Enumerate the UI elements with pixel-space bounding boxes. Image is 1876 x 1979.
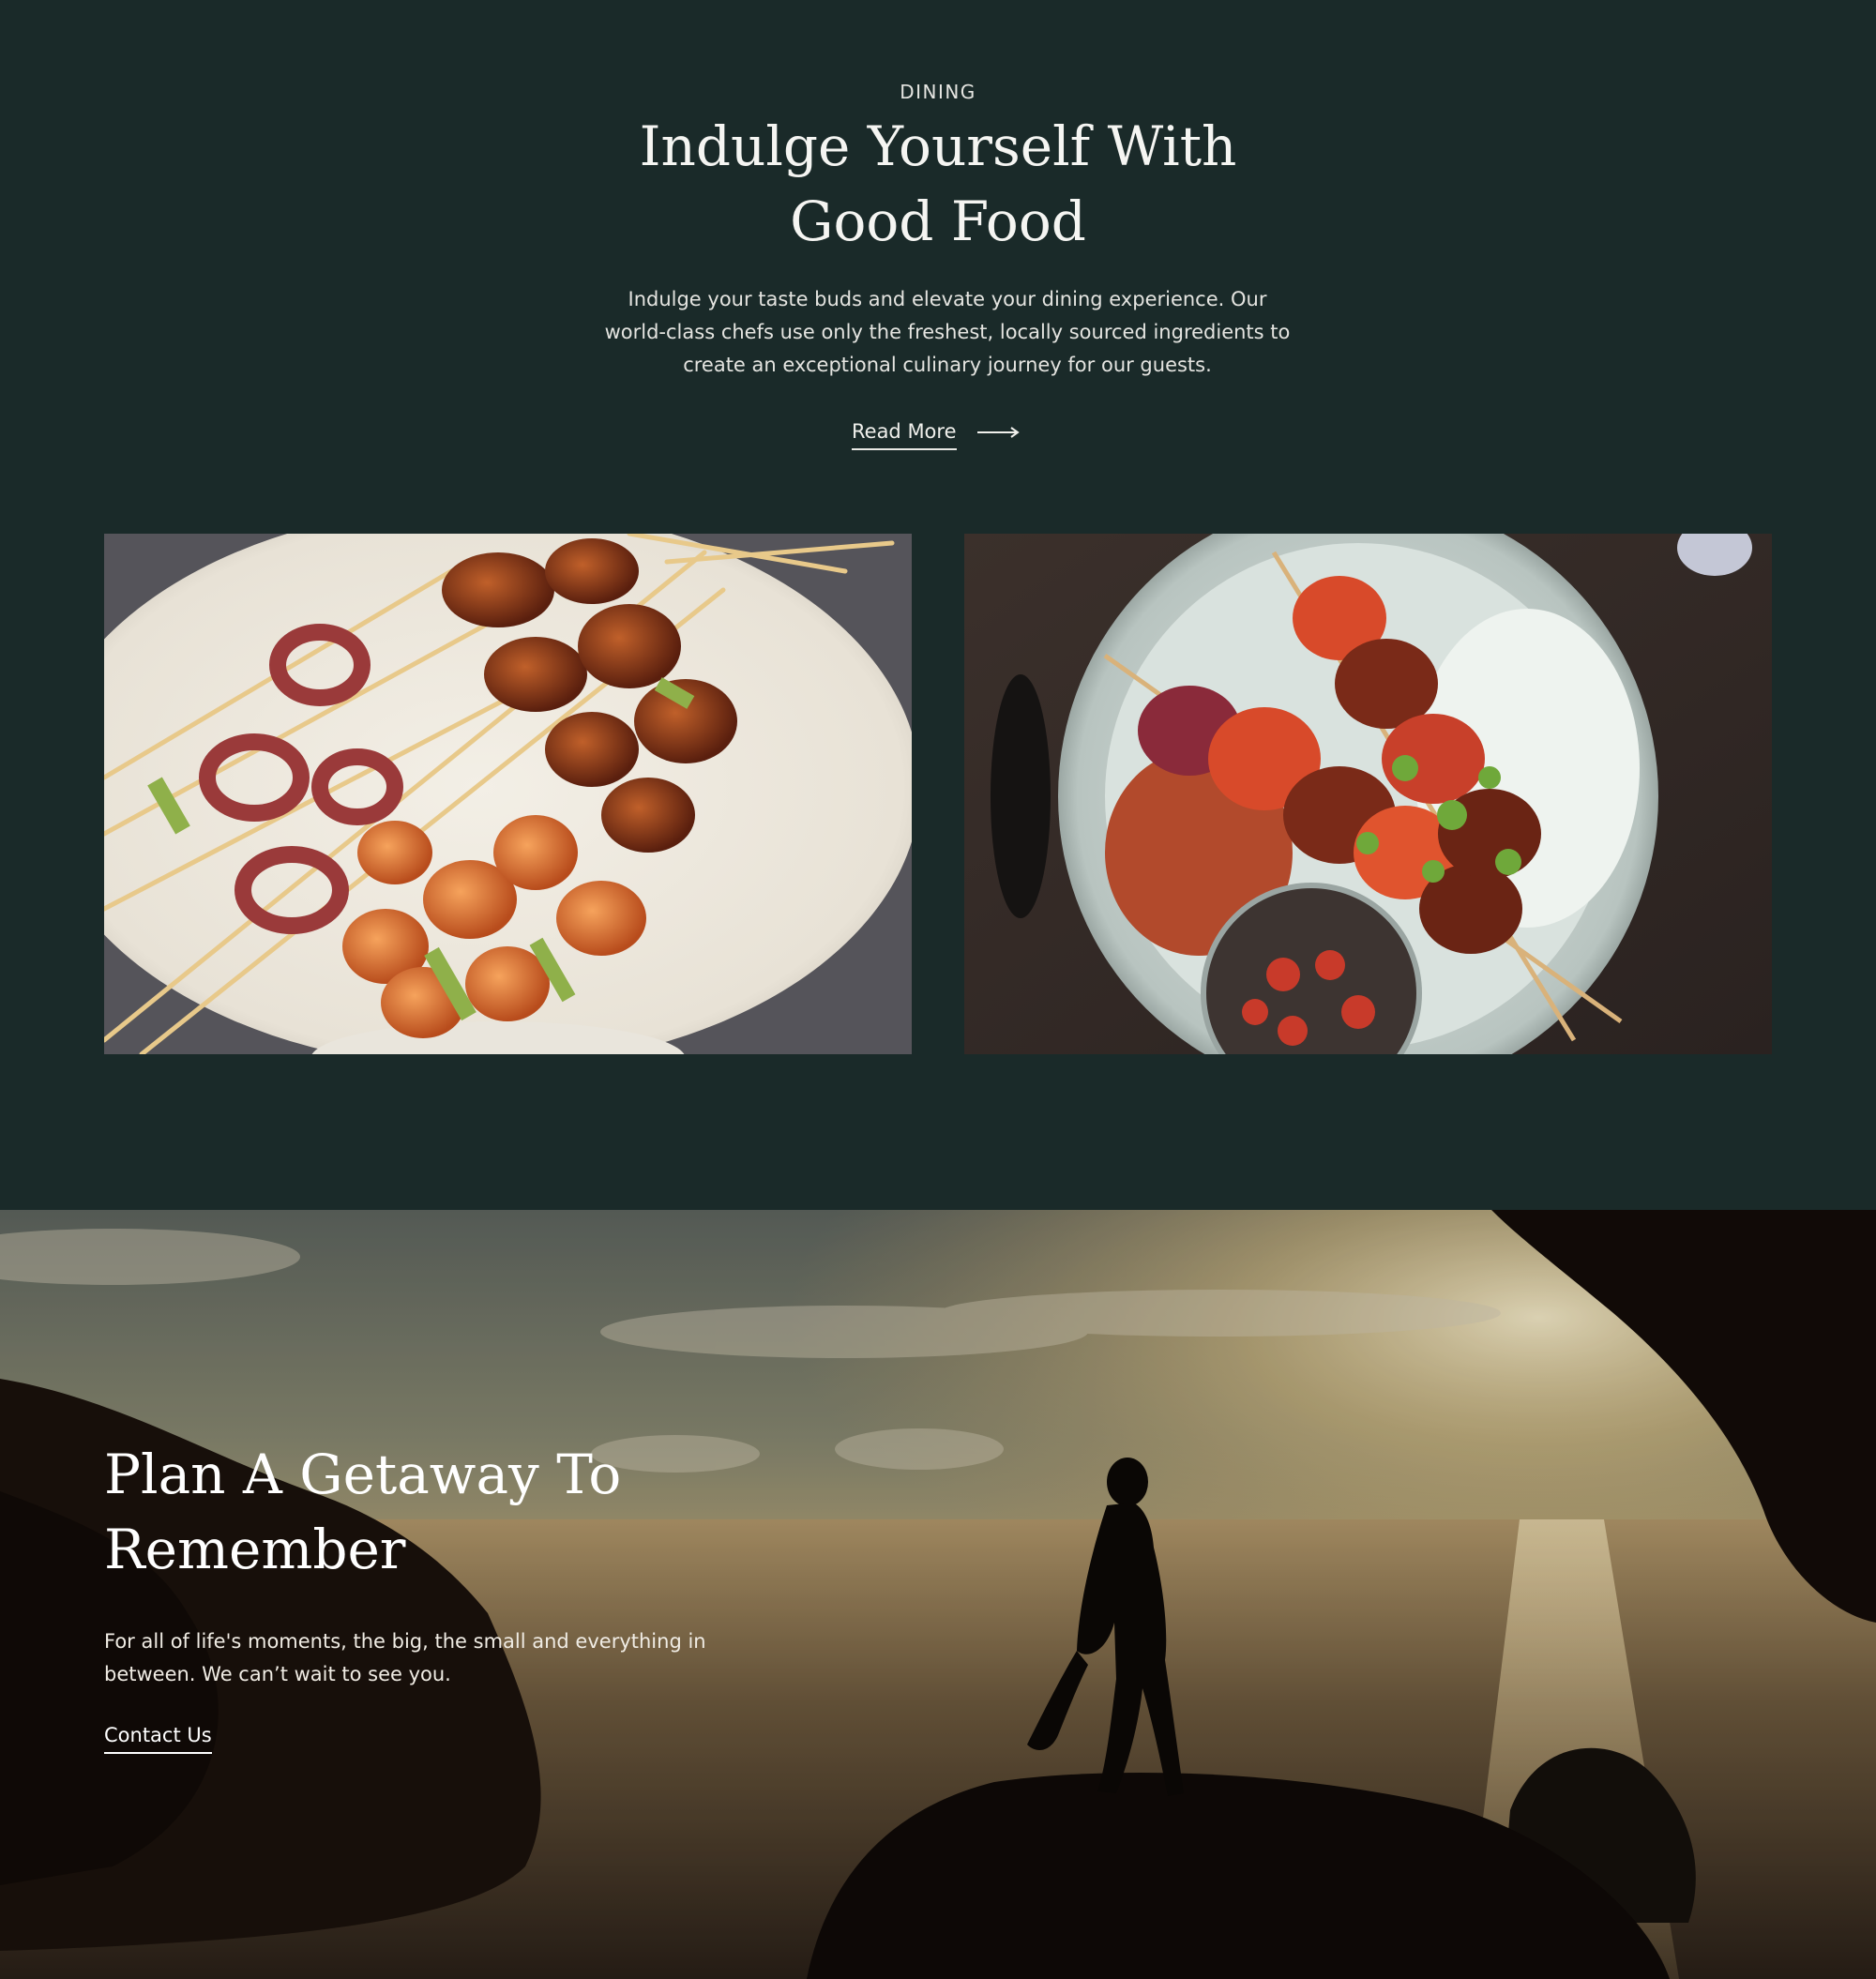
dining-title-line-1: Indulge Yourself With <box>639 114 1237 178</box>
dining-description-line-2: world-class chefs use only the freshest,… <box>604 321 1291 343</box>
getaway-title-line-2: Remember <box>104 1518 406 1581</box>
getaway-title: Plan A Getaway To Remember <box>104 1437 761 1587</box>
read-more-label[interactable]: Read More <box>852 420 957 450</box>
getaway-description: For all of life's moments, the big, the … <box>104 1625 761 1691</box>
contact-us-link[interactable]: Contact Us <box>104 1724 212 1754</box>
getaway-title-line-1: Plan A Getaway To <box>104 1443 622 1506</box>
dining-description: Indulge your taste buds and elevate your… <box>563 283 1332 382</box>
getaway-description-line-2: between. We can’t wait to see you. <box>104 1663 451 1685</box>
getaway-description-line-1: For all of life's moments, the big, the … <box>104 1630 706 1653</box>
dining-description-line-3: create an exceptional culinary journey f… <box>683 354 1212 376</box>
arrow-right-icon[interactable] <box>976 426 1021 439</box>
dining-description-line-1: Indulge your taste buds and elevate your… <box>628 288 1267 310</box>
sunset-coast-background <box>0 1210 1876 1979</box>
dining-title: Indulge Yourself With Good Food <box>469 109 1407 259</box>
section-eyebrow: DINING <box>900 81 976 103</box>
read-more-link[interactable]: Read More <box>852 420 1021 450</box>
kebab-plate-image <box>964 534 1772 1054</box>
dining-title-line-2: Good Food <box>790 189 1086 253</box>
dining-section: DINING Indulge Yourself With Good Food I… <box>0 0 1876 1210</box>
getaway-section: Plan A Getaway To Remember For all of li… <box>0 1210 1876 1979</box>
seafood-skewers-image <box>104 534 912 1054</box>
